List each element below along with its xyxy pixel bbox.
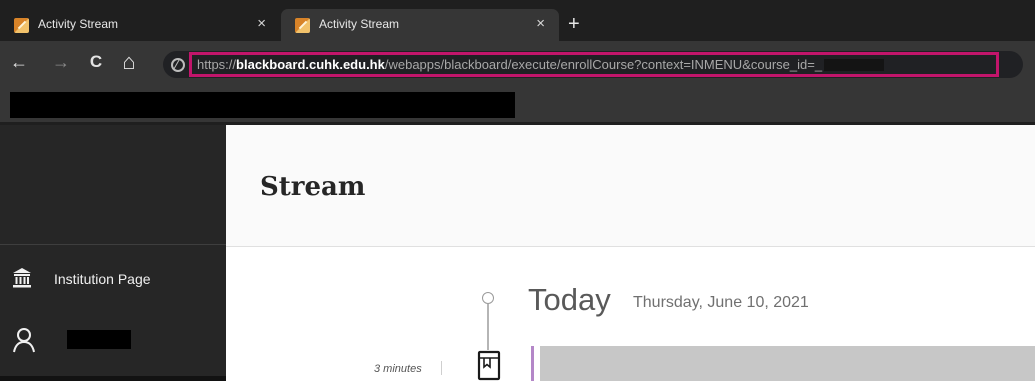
address-bar[interactable]: https:// blackboard.cuhk.edu.hk /webapps… xyxy=(163,51,1023,78)
back-arrow-icon[interactable]: ← xyxy=(6,49,32,75)
url-path: /webapps/blackboard/execute/enrollCourse… xyxy=(384,57,823,72)
sidebar-bottom-bar xyxy=(0,376,226,381)
timeline-line xyxy=(487,304,489,350)
tab-close-icon[interactable]: × xyxy=(257,15,266,32)
user-name-redaction xyxy=(67,330,131,349)
site-info-globe-icon[interactable] xyxy=(171,58,185,72)
page-title: Stream xyxy=(260,172,366,202)
url-highlight-box[interactable]: https:// blackboard.cuhk.edu.hk /webapps… xyxy=(189,52,999,77)
book-icon xyxy=(470,350,508,381)
browser-toolbar: ← → C ⌂ https:// blackboard.cuhk.edu.hk … xyxy=(0,41,1035,89)
bookmarks-bar xyxy=(0,89,1035,122)
bookmarks-redaction xyxy=(10,92,515,118)
browser-tab-1[interactable]: Activity Stream × xyxy=(0,9,280,41)
timeline-heading: Today xyxy=(528,282,611,317)
sidebar-item-user-profile[interactable] xyxy=(0,323,226,359)
new-tab-button[interactable]: + xyxy=(568,14,580,34)
sidebar-divider xyxy=(0,244,226,245)
entry-accent-bar xyxy=(531,346,534,381)
sidebar: Institution Page xyxy=(0,125,226,381)
timeline-date: Thursday, June 10, 2021 xyxy=(633,294,809,311)
url-host: blackboard.cuhk.edu.hk xyxy=(236,57,385,72)
forward-arrow-icon[interactable]: → xyxy=(48,49,74,75)
tab-close-icon[interactable]: × xyxy=(536,15,545,32)
browser-tab-2-active[interactable]: Activity Stream × xyxy=(281,9,559,41)
url-redaction xyxy=(824,58,885,71)
blackboard-favicon-icon xyxy=(295,18,310,33)
user-icon xyxy=(13,328,35,353)
blackboard-favicon-icon xyxy=(14,18,29,33)
home-icon[interactable]: ⌂ xyxy=(116,49,142,75)
tab-title: Activity Stream xyxy=(319,17,400,31)
reload-icon[interactable]: C xyxy=(83,49,109,75)
institution-icon xyxy=(13,268,31,288)
timestamp-divider xyxy=(441,361,442,375)
timeline-dot xyxy=(482,292,494,304)
activity-stream: Today Thursday, June 10, 2021 3 minutes xyxy=(226,248,1035,381)
browser-tab-strip: Activity Stream × Activity Stream × + xyxy=(0,0,1035,41)
sidebar-item-institution-page[interactable]: Institution Page xyxy=(0,263,226,293)
main-content: Stream Today Thursday, June 10, 2021 3 m… xyxy=(226,125,1035,381)
entry-timestamp: 3 minutes xyxy=(374,363,422,375)
page-header: Stream xyxy=(226,125,1035,247)
tab-title: Activity Stream xyxy=(38,17,119,31)
url-scheme: https:// xyxy=(197,57,237,72)
sidebar-item-label: Institution Page xyxy=(54,271,151,287)
stream-entry-card[interactable] xyxy=(540,346,1035,381)
